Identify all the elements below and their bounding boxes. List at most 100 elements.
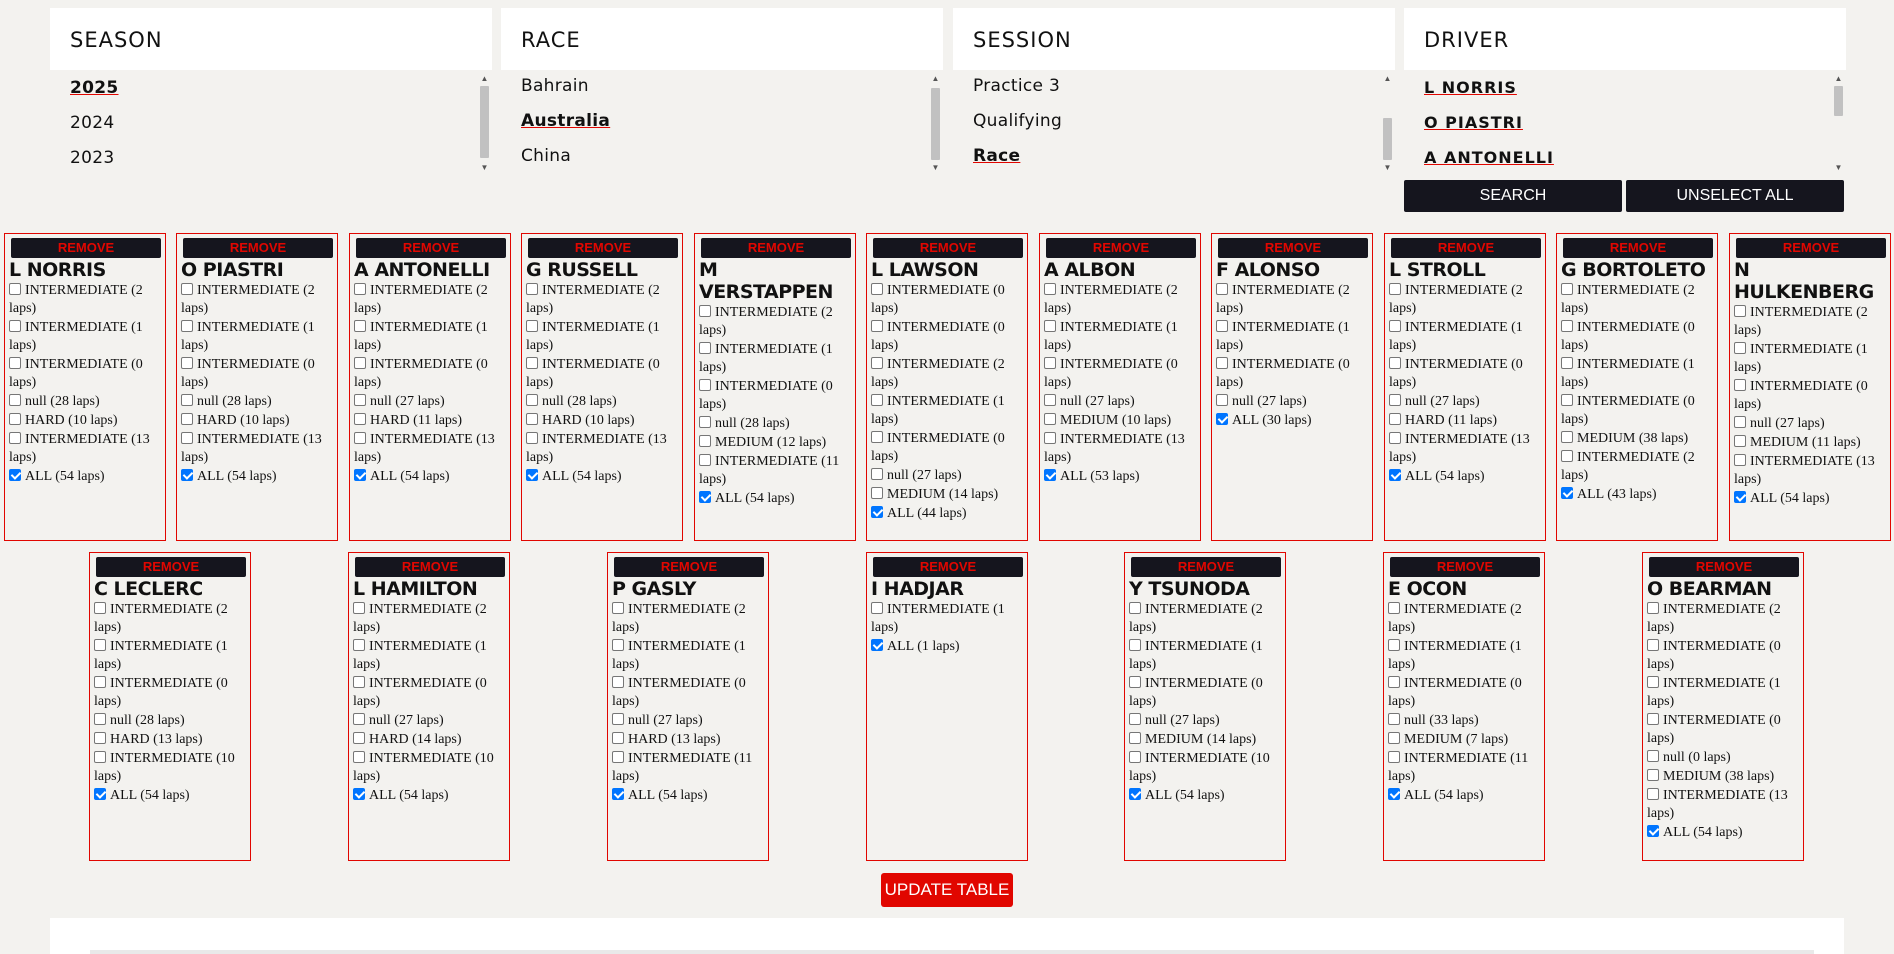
- stint-option[interactable]: INTERMEDIATE (1 laps): [1129, 638, 1281, 674]
- stint-option[interactable]: null (27 laps): [871, 467, 1023, 485]
- stint-checkbox[interactable]: [1388, 751, 1400, 763]
- stint-option[interactable]: INTERMEDIATE (0 laps): [1216, 356, 1368, 392]
- season-option[interactable]: 2023: [70, 148, 114, 168]
- stint-option[interactable]: INTERMEDIATE (1 laps): [1734, 341, 1886, 377]
- stint-option[interactable]: INTERMEDIATE (2 laps): [1388, 601, 1540, 637]
- stint-option[interactable]: INTERMEDIATE (2 laps): [612, 601, 764, 637]
- stint-checkbox[interactable]: [94, 751, 106, 763]
- stint-option[interactable]: INTERMEDIATE (0 laps): [871, 430, 1023, 466]
- stint-checkbox[interactable]: [1129, 602, 1141, 614]
- driver-option[interactable]: A ANTONELLI: [1424, 148, 1554, 167]
- stint-option[interactable]: HARD (10 laps): [181, 412, 333, 430]
- stint-option[interactable]: MEDIUM (14 laps): [871, 486, 1023, 504]
- stint-checkbox[interactable]: [612, 713, 624, 725]
- remove-button[interactable]: REMOVE: [1131, 557, 1281, 577]
- driver-option[interactable]: L NORRIS: [1424, 78, 1517, 97]
- stint-option[interactable]: null (27 laps): [353, 712, 505, 730]
- stint-checkbox[interactable]: [94, 713, 106, 725]
- stint-option[interactable]: INTERMEDIATE (1 laps): [699, 341, 851, 377]
- stint-checkbox[interactable]: [9, 469, 21, 481]
- stint-checkbox[interactable]: [699, 379, 711, 391]
- stint-option[interactable]: INTERMEDIATE (0 laps): [1647, 638, 1799, 674]
- stint-checkbox[interactable]: [1129, 732, 1141, 744]
- stint-checkbox[interactable]: [1734, 379, 1746, 391]
- stint-option[interactable]: INTERMEDIATE (0 laps): [354, 356, 506, 392]
- stint-option[interactable]: INTERMEDIATE (13 laps): [1734, 453, 1886, 489]
- scroll-down-icon[interactable]: ▼: [1834, 163, 1843, 172]
- stint-checkbox[interactable]: [94, 788, 106, 800]
- stint-option[interactable]: HARD (13 laps): [94, 731, 246, 749]
- stint-option[interactable]: INTERMEDIATE (1 laps): [1647, 675, 1799, 711]
- stint-option[interactable]: INTERMEDIATE (0 laps): [1388, 675, 1540, 711]
- stint-checkbox[interactable]: [526, 432, 538, 444]
- stint-checkbox[interactable]: [1734, 305, 1746, 317]
- scroll-up-icon[interactable]: ▲: [931, 74, 940, 83]
- stint-option[interactable]: INTERMEDIATE (2 laps): [1216, 282, 1368, 318]
- stint-checkbox[interactable]: [1647, 825, 1659, 837]
- stint-checkbox[interactable]: [871, 320, 883, 332]
- stint-checkbox[interactable]: [353, 713, 365, 725]
- stint-option[interactable]: INTERMEDIATE (2 laps): [1389, 282, 1541, 318]
- stint-option[interactable]: INTERMEDIATE (0 laps): [1129, 675, 1281, 711]
- stint-checkbox[interactable]: [871, 283, 883, 295]
- stint-option[interactable]: INTERMEDIATE (0 laps): [1734, 378, 1886, 414]
- stint-option[interactable]: INTERMEDIATE (13 laps): [526, 431, 678, 467]
- stint-option[interactable]: ALL (54 laps): [94, 787, 246, 805]
- stint-checkbox[interactable]: [1647, 639, 1659, 651]
- stint-option[interactable]: MEDIUM (38 laps): [1647, 768, 1799, 786]
- stint-option[interactable]: INTERMEDIATE (1 laps): [1388, 638, 1540, 674]
- stint-option[interactable]: INTERMEDIATE (1 laps): [871, 393, 1023, 429]
- stint-checkbox[interactable]: [1561, 450, 1573, 462]
- stint-checkbox[interactable]: [354, 432, 366, 444]
- stint-option[interactable]: MEDIUM (38 laps): [1561, 430, 1713, 448]
- stint-checkbox[interactable]: [1389, 357, 1401, 369]
- stint-option[interactable]: ALL (54 laps): [699, 490, 851, 508]
- stint-option[interactable]: INTERMEDIATE (2 laps): [9, 282, 161, 318]
- stint-checkbox[interactable]: [1044, 394, 1056, 406]
- stint-option[interactable]: null (0 laps): [1647, 749, 1799, 767]
- stint-option[interactable]: INTERMEDIATE (2 laps): [526, 282, 678, 318]
- update-table-button[interactable]: UPDATE TABLE: [881, 873, 1013, 907]
- stint-option[interactable]: INTERMEDIATE (1 laps): [612, 638, 764, 674]
- stint-checkbox[interactable]: [181, 413, 193, 425]
- stint-option[interactable]: INTERMEDIATE (0 laps): [1561, 319, 1713, 355]
- stint-option[interactable]: ALL (43 laps): [1561, 486, 1713, 504]
- stint-option[interactable]: null (27 laps): [1389, 393, 1541, 411]
- stint-checkbox[interactable]: [354, 283, 366, 295]
- stint-option[interactable]: INTERMEDIATE (2 laps): [353, 601, 505, 637]
- remove-button[interactable]: REMOVE: [873, 557, 1023, 577]
- stint-option[interactable]: HARD (11 laps): [1389, 412, 1541, 430]
- stint-option[interactable]: HARD (10 laps): [526, 412, 678, 430]
- stint-option[interactable]: INTERMEDIATE (2 laps): [354, 282, 506, 318]
- stint-checkbox[interactable]: [1216, 394, 1228, 406]
- stint-option[interactable]: INTERMEDIATE (0 laps): [526, 356, 678, 392]
- stint-checkbox[interactable]: [9, 394, 21, 406]
- stint-checkbox[interactable]: [699, 491, 711, 503]
- stint-option[interactable]: INTERMEDIATE (1 laps): [1561, 356, 1713, 392]
- stint-option[interactable]: HARD (11 laps): [354, 412, 506, 430]
- stint-checkbox[interactable]: [612, 602, 624, 614]
- stint-checkbox[interactable]: [1561, 487, 1573, 499]
- stint-checkbox[interactable]: [699, 454, 711, 466]
- stint-checkbox[interactable]: [526, 320, 538, 332]
- stint-checkbox[interactable]: [181, 432, 193, 444]
- remove-button[interactable]: REMOVE: [1736, 238, 1886, 258]
- stint-option[interactable]: ALL (30 laps): [1216, 412, 1368, 430]
- stint-checkbox[interactable]: [1734, 416, 1746, 428]
- stint-option[interactable]: null (27 laps): [1216, 393, 1368, 411]
- stint-checkbox[interactable]: [871, 357, 883, 369]
- search-button[interactable]: SEARCH: [1404, 180, 1622, 212]
- stint-option[interactable]: ALL (53 laps): [1044, 468, 1196, 486]
- stint-option[interactable]: INTERMEDIATE (2 laps): [1561, 449, 1713, 485]
- stint-checkbox[interactable]: [526, 394, 538, 406]
- stint-checkbox[interactable]: [181, 320, 193, 332]
- stint-option[interactable]: INTERMEDIATE (13 laps): [1647, 787, 1799, 823]
- stint-checkbox[interactable]: [1647, 713, 1659, 725]
- scroll-thumb[interactable]: [1834, 86, 1843, 116]
- session-list[interactable]: Practice 3 Qualifying Race ▲ ▼: [953, 72, 1395, 174]
- stint-checkbox[interactable]: [354, 357, 366, 369]
- stint-option[interactable]: null (28 laps): [9, 393, 161, 411]
- stint-option[interactable]: INTERMEDIATE (0 laps): [1389, 356, 1541, 392]
- stint-checkbox[interactable]: [612, 639, 624, 651]
- stint-checkbox[interactable]: [94, 732, 106, 744]
